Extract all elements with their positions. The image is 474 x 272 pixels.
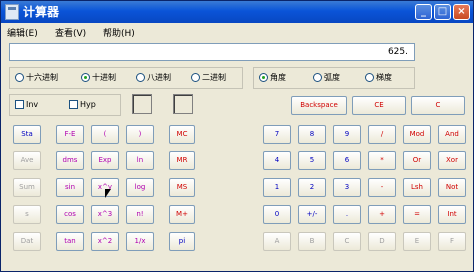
maximize-button[interactable]: □ bbox=[434, 4, 451, 20]
dms-button[interactable]: dms bbox=[56, 151, 84, 170]
digit-1-button[interactable]: 1 bbox=[263, 178, 291, 197]
pi-button[interactable]: pi bbox=[169, 232, 195, 251]
radio-radians[interactable]: 弧度 bbox=[313, 71, 340, 85]
divide-button[interactable]: / bbox=[368, 125, 396, 144]
x-squared-button[interactable]: x^2 bbox=[91, 232, 119, 251]
digit-3-button[interactable]: 3 bbox=[333, 178, 361, 197]
checkbox-hyp[interactable]: Hyp bbox=[69, 98, 96, 112]
sum-button[interactable]: Sum bbox=[13, 178, 41, 197]
sign-toggle-button[interactable]: +/- bbox=[298, 205, 326, 224]
and-button[interactable]: And bbox=[438, 125, 466, 144]
digit-5-button[interactable]: 5 bbox=[298, 151, 326, 170]
radio-circle-icon bbox=[259, 73, 268, 82]
hex-f-button[interactable]: F bbox=[438, 232, 466, 251]
mouse-pointer-icon bbox=[105, 189, 111, 198]
log-button[interactable]: log bbox=[126, 178, 154, 197]
decimal-button[interactable]: . bbox=[333, 205, 361, 224]
checkbox-icon bbox=[69, 100, 78, 109]
digit-7-button[interactable]: 7 bbox=[263, 125, 291, 144]
radio-oct[interactable]: 八进制 bbox=[136, 71, 171, 85]
radio-circle-icon bbox=[365, 73, 374, 82]
radio-circle-icon bbox=[313, 73, 322, 82]
hex-a-button[interactable]: A bbox=[263, 232, 291, 251]
open-paren-button[interactable]: ( bbox=[91, 125, 119, 144]
checkbox-icon bbox=[15, 100, 24, 109]
menu-help[interactable]: 帮助(H) bbox=[103, 26, 135, 39]
x-cubed-button[interactable]: x^3 bbox=[91, 205, 119, 224]
sta-button[interactable]: Sta bbox=[13, 125, 41, 144]
close-button[interactable]: × bbox=[453, 4, 470, 20]
not-button[interactable]: Not bbox=[438, 178, 466, 197]
menu-view[interactable]: 查看(V) bbox=[55, 26, 86, 39]
hex-d-button[interactable]: D bbox=[368, 232, 396, 251]
subtract-button[interactable]: - bbox=[368, 178, 396, 197]
sin-button[interactable]: sin bbox=[56, 178, 84, 197]
tan-button[interactable]: tan bbox=[56, 232, 84, 251]
radio-hex[interactable]: 十六进制 bbox=[15, 71, 58, 85]
digit-2-button[interactable]: 2 bbox=[298, 178, 326, 197]
ln-button[interactable]: ln bbox=[126, 151, 154, 170]
ms-button[interactable]: MS bbox=[169, 178, 195, 197]
close-paren-button[interactable]: ) bbox=[126, 125, 154, 144]
digit-9-button[interactable]: 9 bbox=[333, 125, 361, 144]
menu-bar: 编辑(E) 查看(V) 帮助(H) bbox=[1, 24, 473, 39]
mc-button[interactable]: MC bbox=[169, 125, 195, 144]
radio-degrees[interactable]: 角度 bbox=[259, 71, 286, 85]
ave-button[interactable]: Ave bbox=[13, 151, 41, 170]
display-value: 625. bbox=[387, 47, 408, 57]
radio-circle-icon bbox=[81, 73, 90, 82]
window-title: 计算器 bbox=[23, 5, 60, 19]
mod-button[interactable]: Mod bbox=[403, 125, 431, 144]
int-button[interactable]: Int bbox=[438, 205, 466, 224]
checkbox-inv[interactable]: Inv bbox=[15, 98, 38, 112]
radio-bin[interactable]: 二进制 bbox=[191, 71, 226, 85]
backspace-button[interactable]: Backspace bbox=[291, 96, 347, 115]
multiply-button[interactable]: * bbox=[368, 151, 396, 170]
radio-grads[interactable]: 梯度 bbox=[365, 71, 392, 85]
mr-button[interactable]: MR bbox=[169, 151, 195, 170]
fe-button[interactable]: F-E bbox=[56, 125, 84, 144]
equals-button[interactable]: = bbox=[403, 205, 431, 224]
radio-circle-icon bbox=[136, 73, 145, 82]
digit-4-button[interactable]: 4 bbox=[263, 151, 291, 170]
menu-edit[interactable]: 编辑(E) bbox=[7, 26, 38, 39]
display-field: 625. bbox=[9, 43, 415, 61]
m-plus-button[interactable]: M+ bbox=[169, 205, 195, 224]
xor-button[interactable]: Xor bbox=[438, 151, 466, 170]
radio-circle-icon bbox=[191, 73, 200, 82]
hex-c-button[interactable]: C bbox=[333, 232, 361, 251]
exp-button[interactable]: Exp bbox=[91, 151, 119, 170]
digit-6-button[interactable]: 6 bbox=[333, 151, 361, 170]
reciprocal-button[interactable]: 1/x bbox=[126, 232, 154, 251]
lsh-button[interactable]: Lsh bbox=[403, 178, 431, 197]
hex-e-button[interactable]: E bbox=[403, 232, 431, 251]
minimize-button[interactable]: _ bbox=[415, 4, 432, 20]
calculator-window: 计算器 _ □ × 编辑(E) 查看(V) 帮助(H) 625. 十六进制 十进… bbox=[0, 0, 474, 272]
memory-indicator bbox=[173, 94, 193, 114]
radio-circle-icon bbox=[15, 73, 24, 82]
or-button[interactable]: Or bbox=[403, 151, 431, 170]
ce-button[interactable]: CE bbox=[352, 96, 406, 115]
hex-b-button[interactable]: B bbox=[298, 232, 326, 251]
add-button[interactable]: + bbox=[368, 205, 396, 224]
dat-button[interactable]: Dat bbox=[13, 232, 41, 251]
s-button[interactable]: s bbox=[13, 205, 41, 224]
cos-button[interactable]: cos bbox=[56, 205, 84, 224]
digit-0-button[interactable]: 0 bbox=[263, 205, 291, 224]
title-bar[interactable]: 计算器 _ □ × bbox=[1, 1, 473, 23]
factorial-button[interactable]: n! bbox=[126, 205, 154, 224]
blank-indicator bbox=[132, 94, 152, 114]
digit-8-button[interactable]: 8 bbox=[298, 125, 326, 144]
c-button[interactable]: C bbox=[411, 96, 465, 115]
radio-dec[interactable]: 十进制 bbox=[81, 71, 116, 85]
calculator-icon bbox=[5, 4, 19, 20]
